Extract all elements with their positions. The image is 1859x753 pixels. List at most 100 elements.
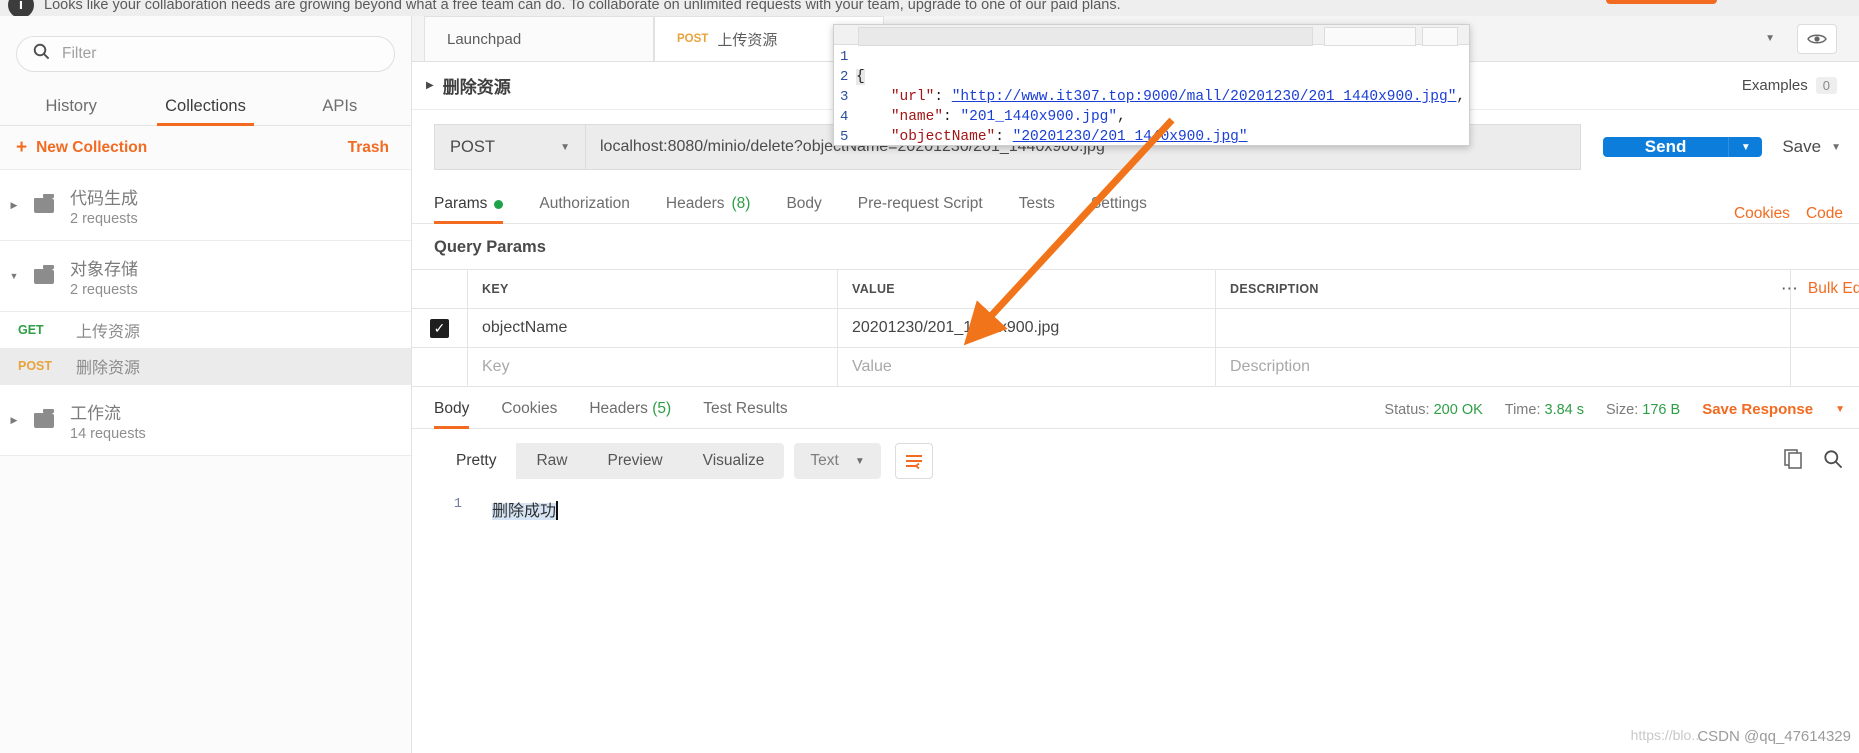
collection-name: 代码生成 — [70, 188, 138, 208]
json-key: "name" — [890, 109, 944, 125]
response-body-text-line[interactable]: 删除成功 — [470, 497, 559, 521]
response-body-text: 删除成功 — [492, 503, 557, 520]
collection-name: 工作流 — [70, 403, 121, 423]
sidebar-tab-history[interactable]: History — [4, 97, 138, 125]
method-value: POST — [450, 137, 495, 156]
view-mode-visualize[interactable]: Visualize — [683, 443, 785, 479]
json-comma: , — [1456, 89, 1466, 105]
param-key-placeholder[interactable]: Key — [482, 358, 510, 376]
upgrade-button[interactable]: Upgrade — [1606, 0, 1717, 4]
search-icon[interactable] — [1823, 449, 1843, 474]
param-value[interactable]: 20201230/201_1440x900.jpg — [852, 319, 1059, 337]
folder-icon — [34, 193, 54, 213]
send-options-chevron-down-icon[interactable]: ▼ — [1728, 137, 1763, 157]
view-mode-preview[interactable]: Preview — [588, 443, 683, 479]
response-tab-body[interactable]: Body — [434, 400, 485, 429]
sidebar-tab-collections[interactable]: Collections — [138, 97, 272, 126]
method-select[interactable]: POST ▼ — [434, 124, 586, 170]
request-sub-tabs: Params Authorization Headers (8) Body Pr… — [412, 184, 1859, 224]
param-description-placeholder[interactable]: Description — [1230, 358, 1310, 376]
more-options-icon[interactable]: ⋯ — [1781, 279, 1800, 299]
save-response-chevron-down-icon[interactable]: ▼ — [1835, 404, 1845, 415]
tab-tests[interactable]: Tests — [1001, 195, 1073, 223]
tab-label: Launchpad — [447, 30, 522, 48]
collection-item-code-gen[interactable]: ▶ 代码生成 2 requests — [0, 170, 411, 241]
row-checkbox[interactable]: ✓ — [430, 318, 449, 338]
save-button[interactable]: Save — [1782, 137, 1821, 157]
chevron-right-icon[interactable]: ▶ — [6, 200, 22, 211]
chevron-down-icon: ▼ — [560, 141, 570, 153]
response-tab-test-results[interactable]: Test Results — [687, 400, 803, 428]
chevron-down-icon: ▼ — [854, 455, 865, 467]
word-wrap-icon[interactable] — [894, 443, 933, 479]
overlay-field-2 — [1324, 27, 1416, 46]
examples-count: 0 — [1815, 77, 1837, 94]
json-overlay-popup: 1 2 3 4 5 { "url": "http://www.it307.top… — [833, 24, 1470, 146]
table-header-row: KEY VALUE DESCRIPTION ⋯ Bulk Edit — [412, 270, 1859, 309]
overlay-json-line: { — [856, 67, 1465, 87]
param-value-placeholder[interactable]: Value — [852, 358, 892, 376]
request-method-label: POST — [18, 359, 53, 373]
view-mode-raw[interactable]: Raw — [516, 443, 587, 479]
table-row-empty[interactable]: Key Value Description — [412, 348, 1859, 387]
overlay-toolbar — [834, 25, 1469, 46]
filter-box[interactable] — [16, 36, 395, 72]
tab-authorization[interactable]: Authorization — [521, 195, 647, 223]
tab-params[interactable]: Params — [434, 195, 521, 224]
search-input[interactable] — [62, 45, 378, 63]
send-button[interactable]: Send — [1602, 137, 1729, 157]
status-value: 200 OK — [1433, 401, 1483, 418]
format-select[interactable]: Text ▼ — [794, 443, 881, 479]
collection-item-workflow[interactable]: ▶ 工作流 14 requests — [0, 385, 411, 456]
line-number: 1 — [453, 497, 462, 512]
response-tab-headers[interactable]: Headers (5) — [573, 400, 687, 428]
request-item-delete[interactable]: POST 删除资源 — [0, 348, 411, 384]
overlay-line-number: 4 — [840, 109, 849, 125]
chevron-right-icon[interactable]: ▶ — [6, 415, 22, 426]
overlay-field-1 — [858, 27, 1313, 46]
table-row[interactable]: ✓ objectName 20201230/201_1440x900.jpg — [412, 309, 1859, 348]
collection-item-object-storage[interactable]: ▼ 对象存储 2 requests — [0, 241, 411, 312]
overlay-line-number: 5 — [840, 129, 849, 145]
overlay-json-code: { "url": "http://www.it307.top:9000/mall… — [856, 47, 1466, 145]
size-value: 176 B — [1642, 401, 1681, 418]
new-collection-button[interactable]: + New Collection — [16, 138, 147, 157]
tab-body[interactable]: Body — [768, 195, 839, 223]
tab-pre-request-script[interactable]: Pre-request Script — [840, 195, 1001, 223]
column-header-value: VALUE — [852, 282, 895, 296]
chevron-down-icon[interactable]: ▼ — [6, 271, 22, 281]
tab-headers[interactable]: Headers (8) — [648, 195, 769, 223]
sidebar-tab-apis[interactable]: APIs — [273, 97, 407, 125]
chevron-down-icon[interactable]: ▼ — [1765, 33, 1775, 44]
watermark-left: https://blo... — [1630, 727, 1703, 743]
param-key[interactable]: objectName — [482, 319, 567, 337]
text-caret — [556, 501, 559, 520]
tab-settings[interactable]: Settings — [1073, 195, 1165, 223]
json-value-url[interactable]: "http://www.it307.top:9000/mall/20201230… — [952, 89, 1457, 105]
eye-icon[interactable] — [1797, 23, 1837, 54]
json-value: "201_1440x900.jpg" — [960, 109, 1118, 125]
header-checkbox-cell — [412, 270, 468, 308]
size-label: Size: — [1606, 401, 1639, 418]
code-link[interactable]: Code — [1806, 205, 1843, 223]
view-mode-pretty[interactable]: Pretty — [436, 443, 517, 479]
collection-request-count: 2 requests — [70, 210, 138, 227]
save-options-chevron-down-icon[interactable]: ▼ — [1831, 142, 1841, 153]
copy-icon[interactable] — [1784, 448, 1803, 474]
response-tab-cookies[interactable]: Cookies — [485, 400, 573, 428]
tab-launchpad[interactable]: Launchpad — [424, 16, 654, 61]
save-response-button[interactable]: Save Response — [1702, 401, 1813, 418]
status-label: Status: — [1384, 401, 1430, 418]
request-item-upload[interactable]: GET 上传资源 — [0, 312, 411, 348]
chevron-right-icon[interactable]: ▶ — [426, 80, 434, 91]
overlay-line-number: 2 — [840, 69, 849, 85]
format-value: Text — [810, 452, 839, 469]
folder-icon — [34, 264, 54, 284]
response-body-toolbar: Pretty Raw Preview Visualize Text ▼ — [412, 429, 1859, 479]
overlay-line-number: 3 — [840, 89, 849, 105]
bulk-edit-button[interactable]: Bulk Edit — [1800, 280, 1859, 298]
trash-button[interactable]: Trash — [348, 139, 389, 157]
cookies-link[interactable]: Cookies — [1734, 205, 1790, 223]
info-icon: i — [8, 0, 34, 16]
size-badge: Size: 176 B — [1606, 402, 1680, 418]
